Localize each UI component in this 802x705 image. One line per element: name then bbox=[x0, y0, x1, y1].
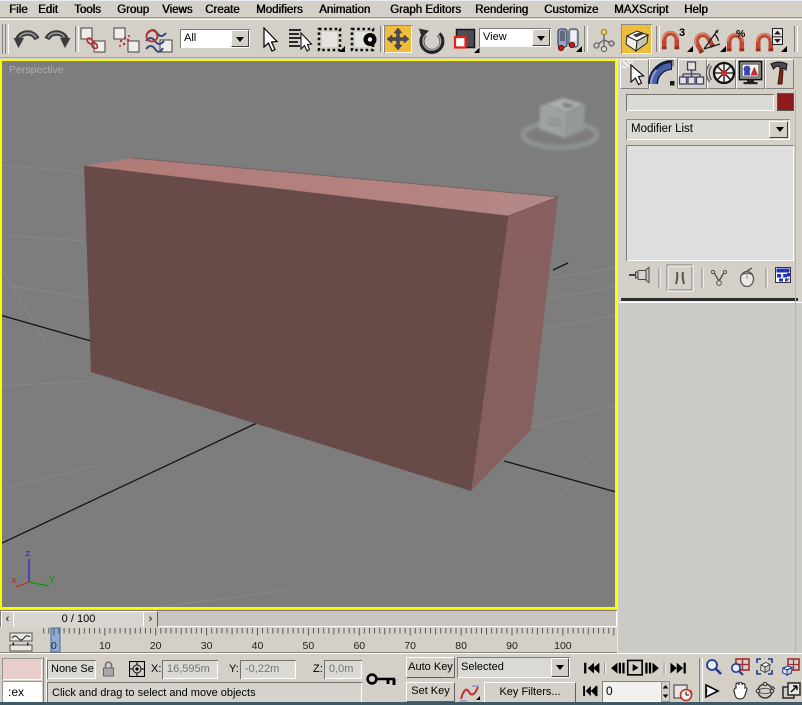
svg-text:y: y bbox=[49, 573, 55, 584]
svg-text:x: x bbox=[11, 575, 17, 586]
svg-text:70: 70 bbox=[404, 640, 416, 652]
svg-text:10: 10 bbox=[99, 640, 111, 652]
svg-text:100: 100 bbox=[554, 640, 572, 652]
svg-text:40: 40 bbox=[252, 640, 264, 652]
svg-text:30: 30 bbox=[201, 640, 213, 652]
svg-text:80: 80 bbox=[455, 640, 467, 652]
svg-text:20: 20 bbox=[150, 640, 162, 652]
svg-text:0: 0 bbox=[51, 640, 57, 652]
svg-text:z: z bbox=[25, 548, 31, 559]
svg-text:90: 90 bbox=[506, 640, 518, 652]
svg-text:50: 50 bbox=[303, 640, 315, 652]
svg-text:Perspective: Perspective bbox=[9, 64, 64, 76]
svg-text:60: 60 bbox=[353, 640, 365, 652]
